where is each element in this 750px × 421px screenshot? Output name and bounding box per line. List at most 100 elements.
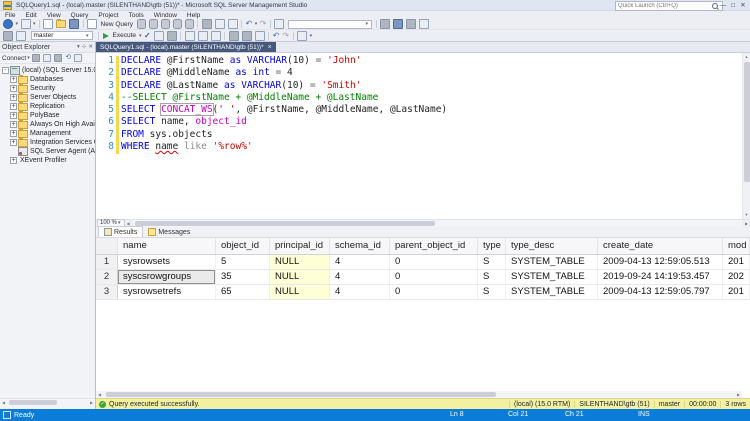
chevron-down-icon[interactable]: ▾ bbox=[255, 21, 258, 27]
expand-icon[interactable]: + bbox=[10, 103, 17, 110]
parse-icon[interactable]: ✓ bbox=[144, 32, 151, 40]
grid-column-header[interactable]: type_desc bbox=[506, 238, 598, 254]
grid-column-header[interactable]: parent_object_id bbox=[390, 238, 478, 254]
grid-cell[interactable]: 0 bbox=[390, 255, 478, 269]
refresh-icon[interactable]: ⟲ bbox=[65, 54, 71, 62]
analyze-icon[interactable] bbox=[154, 31, 164, 41]
grid-cell[interactable]: S bbox=[478, 285, 506, 299]
change-connection-icon[interactable] bbox=[16, 31, 26, 41]
redo-icon[interactable]: ↷ bbox=[260, 20, 267, 28]
tree-item[interactable]: +XEvent Profiler bbox=[0, 156, 95, 165]
grid-column-header[interactable]: mod bbox=[723, 238, 750, 254]
grid-column-header[interactable]: schema_id bbox=[330, 238, 390, 254]
expand-icon[interactable]: + bbox=[10, 112, 17, 119]
menu-file[interactable]: File bbox=[0, 12, 20, 19]
database-dropdown[interactable]: master▾ bbox=[31, 31, 93, 40]
grid-cell[interactable]: NULL bbox=[270, 270, 330, 284]
grid-cell[interactable]: 2 bbox=[96, 270, 118, 284]
quick-launch-input[interactable] bbox=[616, 3, 712, 9]
tab-messages[interactable]: Messages bbox=[143, 227, 195, 237]
connect-button[interactable]: Connect bbox=[2, 55, 26, 62]
tree-item[interactable]: +Security bbox=[0, 84, 95, 93]
menu-tools[interactable]: Tools bbox=[124, 12, 149, 19]
execute-icon[interactable] bbox=[103, 33, 109, 39]
results-file-icon[interactable] bbox=[211, 31, 221, 41]
filter-icon[interactable] bbox=[54, 54, 62, 62]
hscroll-right-icon[interactable]: ▶ bbox=[743, 221, 750, 226]
open-file-icon[interactable] bbox=[56, 20, 66, 28]
find-icon[interactable] bbox=[274, 19, 284, 29]
database-query-icon[interactable] bbox=[173, 19, 182, 29]
grid-column-header[interactable]: object_id bbox=[216, 238, 270, 254]
uncomment-icon[interactable] bbox=[242, 31, 252, 41]
expand-icon[interactable]: + bbox=[10, 139, 17, 146]
database-query-icon[interactable] bbox=[149, 19, 158, 29]
cancel-query-icon[interactable] bbox=[167, 31, 177, 41]
display-estimated-plan-icon[interactable]: ↶ bbox=[273, 32, 280, 40]
editor-hscrollbar[interactable] bbox=[133, 220, 742, 227]
grid-cell[interactable]: 201 bbox=[723, 255, 750, 269]
indent-icon[interactable] bbox=[255, 31, 265, 41]
database-query-icon[interactable] bbox=[185, 19, 194, 29]
database-query-icon[interactable] bbox=[161, 19, 170, 29]
object-explorer-hscrollbar[interactable]: ◀ ▶ bbox=[0, 398, 95, 406]
tree-item[interactable]: +Databases bbox=[0, 75, 95, 84]
paste-icon[interactable] bbox=[228, 19, 238, 29]
grid-cell[interactable]: 0 bbox=[390, 270, 478, 284]
grid-column-header[interactable]: create_date bbox=[598, 238, 723, 254]
expand-icon[interactable]: + bbox=[10, 130, 17, 137]
results-text-icon[interactable] bbox=[185, 31, 195, 41]
grid-cell[interactable]: 0 bbox=[390, 285, 478, 299]
close-pane-icon[interactable]: ✕ bbox=[88, 44, 93, 50]
minimize-button[interactable]: — bbox=[718, 1, 728, 10]
sql-editor[interactable]: 12345678 DECLARE @FirstName as VARCHAR(1… bbox=[96, 53, 750, 219]
window-layout-icon[interactable] bbox=[21, 19, 31, 29]
grid-cell[interactable]: 1 bbox=[96, 255, 118, 269]
grid-cell[interactable]: SYSTEM_TABLE bbox=[506, 285, 598, 299]
menu-query[interactable]: Query bbox=[66, 12, 94, 19]
database-query-icon[interactable] bbox=[137, 19, 146, 29]
grid-cell[interactable]: 4 bbox=[330, 285, 390, 299]
collapse-icon[interactable]: - bbox=[2, 67, 9, 74]
tree-item[interactable]: +Integration Services Catalogs bbox=[0, 138, 95, 147]
grid-cell[interactable]: 3 bbox=[96, 285, 118, 299]
menu-view[interactable]: View bbox=[42, 12, 66, 19]
tree-item[interactable]: +Always On High Availability bbox=[0, 120, 95, 129]
chevron-down-icon[interactable]: ▾ bbox=[310, 33, 313, 39]
new-query-icon[interactable] bbox=[87, 19, 97, 29]
find-combobox[interactable]: ▾ bbox=[288, 20, 372, 29]
comment-icon[interactable] bbox=[229, 31, 239, 41]
tree-item[interactable]: SQL Server Agent (Agent XPs disabled) bbox=[0, 147, 95, 156]
expand-icon[interactable]: + bbox=[10, 76, 17, 83]
properties-icon[interactable] bbox=[380, 19, 390, 29]
grid-column-header[interactable]: principal_id bbox=[270, 238, 330, 254]
grid-cell[interactable]: 35 bbox=[216, 270, 270, 284]
expand-icon[interactable]: + bbox=[10, 121, 17, 128]
menu-help[interactable]: Help bbox=[182, 12, 205, 19]
connect-db-icon[interactable] bbox=[3, 31, 13, 41]
grid-cell[interactable]: sysrowsetrefs bbox=[118, 285, 216, 299]
navigate-back-icon[interactable] bbox=[3, 19, 13, 29]
grid-cell[interactable]: 4 bbox=[330, 255, 390, 269]
panel-icon[interactable] bbox=[419, 19, 429, 29]
query-options-icon[interactable] bbox=[297, 31, 307, 41]
chevron-down-icon[interactable]: ▾ bbox=[27, 55, 30, 61]
grid-column-header[interactable] bbox=[96, 238, 118, 254]
maximize-button[interactable]: □ bbox=[728, 1, 738, 10]
grid-cell[interactable]: S bbox=[478, 270, 506, 284]
tree-item[interactable]: +Server Objects bbox=[0, 93, 95, 102]
tree-item[interactable]: +Replication bbox=[0, 102, 95, 111]
expand-icon[interactable]: + bbox=[10, 94, 17, 101]
save-icon[interactable] bbox=[69, 19, 79, 29]
grid-cell[interactable]: 2009-04-13 12:59:05.797 bbox=[598, 285, 723, 299]
grid-cell[interactable]: SYSTEM_TABLE bbox=[506, 270, 598, 284]
grid-cell[interactable]: 201 bbox=[723, 285, 750, 299]
grid-cell[interactable]: 2019-09-24 14:19:53.457 bbox=[598, 270, 723, 284]
menu-edit[interactable]: Edit bbox=[20, 12, 41, 19]
results-hscrollbar[interactable]: ◀ ▶ bbox=[96, 391, 742, 398]
copy-icon[interactable] bbox=[215, 19, 225, 29]
editor-vscrollbar[interactable]: ▲ ▼ bbox=[742, 53, 750, 219]
tree-item[interactable]: -(local) (SQL Server 15.0.2080.9 - SILEN… bbox=[0, 66, 95, 75]
grid-cell[interactable]: S bbox=[478, 255, 506, 269]
menu-project[interactable]: Project bbox=[93, 12, 123, 19]
